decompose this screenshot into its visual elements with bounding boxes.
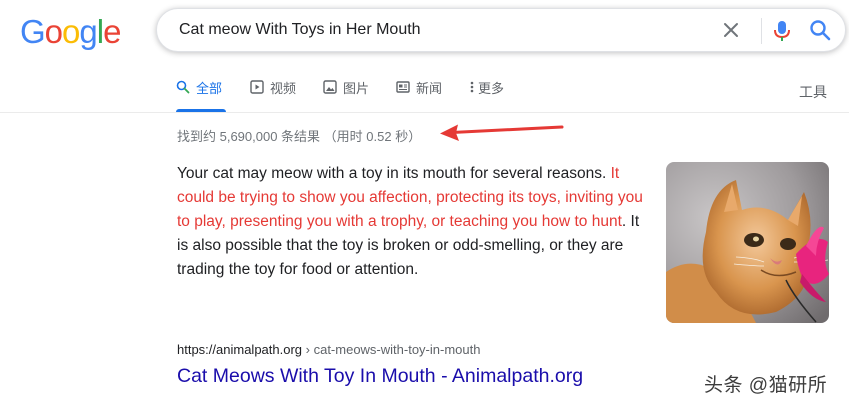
result-breadcrumb: › cat-meows-with-toy-in-mouth (302, 342, 481, 357)
tab-videos[interactable]: 视频 (250, 78, 296, 112)
tab-label: 视频 (270, 81, 297, 96)
tab-more[interactable]: 更多 (469, 78, 504, 112)
search-input[interactable] (179, 9, 699, 51)
logo-letter: o (62, 13, 80, 50)
result-stats: 找到约 5,690,000 条结果 （用时 0.52 秒） (177, 129, 422, 144)
result-title-link[interactable]: Cat Meows With Toy In Mouth - Animalpath… (177, 365, 583, 388)
tab-label: 图片 (343, 81, 370, 96)
news-icon (396, 81, 410, 93)
tools-button[interactable]: 工具 (799, 82, 827, 102)
tab-label: 新闻 (416, 81, 443, 96)
result-url[interactable]: https://animalpath.org › cat-meows-with-… (177, 342, 480, 357)
video-icon (250, 80, 264, 94)
clear-button[interactable] (721, 20, 741, 40)
featured-snippet: Your cat may meow with a toy in its mout… (177, 162, 647, 282)
more-icon (470, 81, 474, 93)
tab-all[interactable]: 全部 (176, 78, 226, 112)
search-box (156, 8, 846, 52)
voice-search-button[interactable] (771, 19, 793, 43)
search-divider (761, 18, 762, 44)
search-icon (176, 80, 190, 94)
close-icon (724, 23, 738, 37)
logo-letter: G (20, 13, 46, 50)
tab-label: 更多 (478, 81, 505, 96)
tab-label: 全部 (196, 81, 223, 96)
result-domain: https://animalpath.org (177, 342, 303, 357)
annotation-arrow (440, 124, 564, 141)
watermark: 头条 @猫研所 (704, 375, 828, 396)
snippet-thumbnail[interactable] (666, 162, 829, 323)
microphone-icon (774, 21, 790, 41)
search-button[interactable] (809, 19, 831, 41)
tab-news[interactable]: 新闻 (396, 78, 442, 112)
header-divider (0, 112, 849, 113)
logo-letter: e (103, 13, 121, 50)
cat-image (666, 162, 829, 323)
tab-images[interactable]: 图片 (323, 78, 369, 112)
snippet-text: Your cat may meow with a toy in its mout… (177, 165, 611, 182)
image-icon (323, 80, 337, 94)
logo-letter: o (44, 13, 63, 50)
logo-letter: g (79, 13, 97, 50)
google-logo[interactable]: Google (20, 12, 121, 52)
search-icon (810, 20, 831, 41)
